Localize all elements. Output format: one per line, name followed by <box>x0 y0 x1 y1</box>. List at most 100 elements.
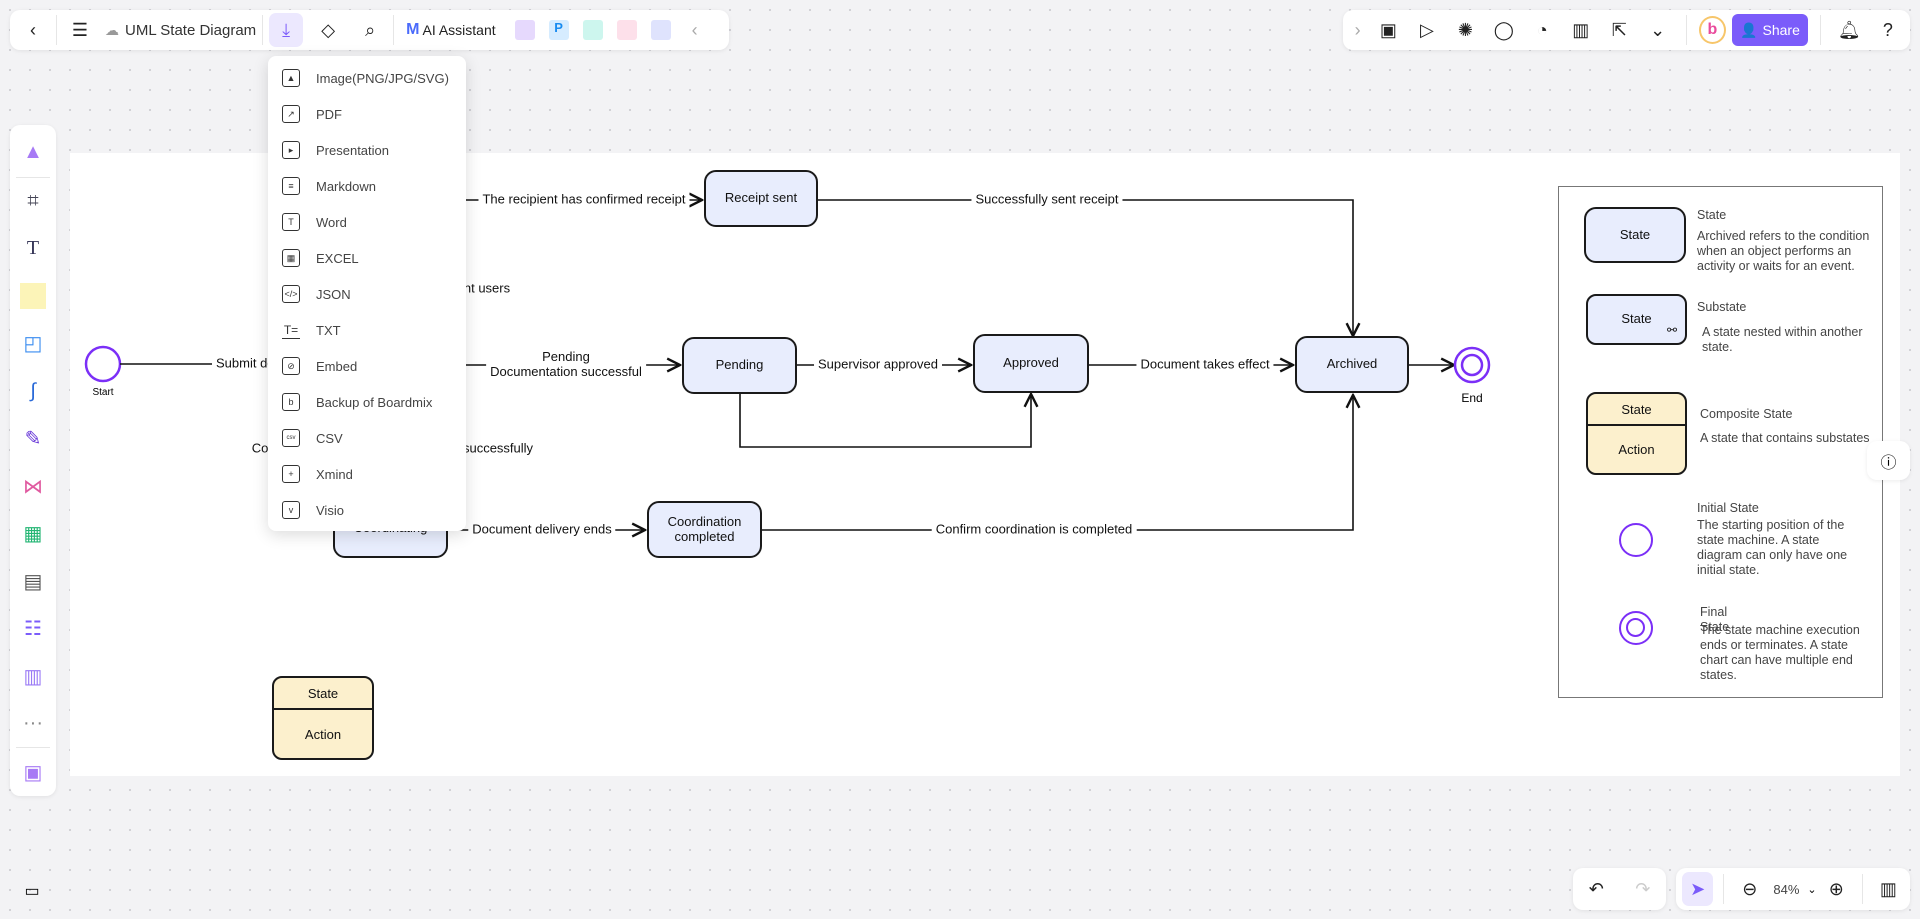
zoom-out-icon[interactable]: ⊖ <box>1734 872 1765 906</box>
comment-icon[interactable]: ◯ <box>1488 13 1520 47</box>
info-button[interactable]: ⓘ <box>1867 441 1910 480</box>
export-backup[interactable]: b Backup of Boardmix <box>268 384 466 420</box>
more-tools-icon[interactable]: ··· <box>16 707 50 741</box>
export-presentation[interactable]: ▸ Presentation <box>268 132 466 168</box>
edge-confirm-coord <box>762 395 1353 531</box>
kanban-icon[interactable]: ▥ <box>16 659 50 693</box>
state-coordination-completed[interactable]: Coordination completed <box>647 501 762 558</box>
collapse-icon[interactable]: ‹ <box>678 13 712 47</box>
legend-initial-circle <box>1619 523 1653 557</box>
avatar[interactable]: b <box>1698 16 1726 44</box>
text-icon[interactable]: T <box>16 232 50 266</box>
composite-state[interactable]: State Action <box>272 676 374 760</box>
legend-state-desc: Archived refers to the condition when an… <box>1697 229 1870 273</box>
chat-icon[interactable] <box>644 13 678 47</box>
export-menu: ▲ Image(PNG/JPG/SVG) ↗ PDF ▸ Presentation ≡… <box>268 56 466 531</box>
table-icon[interactable]: ▦ <box>16 517 50 551</box>
map-icon[interactable]: ▥ <box>1873 872 1904 906</box>
state-receipt-sent[interactable]: Receipt sent <box>704 170 818 227</box>
templates-icon[interactable]: ▲ <box>16 136 50 170</box>
search-icon[interactable]: ⌕ <box>353 13 387 47</box>
edge-label-confirm-coord: Confirm coordination is completed <box>931 522 1137 538</box>
zoom-level[interactable]: 84% <box>1773 882 1799 897</box>
divider <box>1861 874 1863 904</box>
zoom-dropdown-icon[interactable]: ⌄ <box>1807 883 1816 896</box>
play-icon[interactable]: ▷ <box>1411 13 1443 47</box>
state-pending[interactable]: Pending <box>682 337 797 394</box>
tag-icon[interactable]: ◇ <box>311 13 345 47</box>
cloud-icon: ☁ <box>105 21 119 38</box>
connector-icon[interactable]: ∫ <box>16 374 50 408</box>
export-markdown[interactable]: ≡ Markdown <box>268 168 466 204</box>
edge-label-delivery-ends: Document delivery ends <box>468 522 616 538</box>
edge-sent-receipt <box>818 199 1353 336</box>
visio-icon: v <box>282 501 300 519</box>
export-xmind[interactable]: + Xmind <box>268 456 466 492</box>
ai-assistant-button[interactable]: AI Assistant <box>422 22 495 38</box>
legend-substate-desc: A state nested within another state. <box>1702 325 1863 354</box>
menu-icon[interactable]: ☰ <box>63 13 97 47</box>
boardmix-icon: b <box>282 393 300 411</box>
minimap-button[interactable]: ▭ <box>14 876 50 906</box>
divider <box>1723 874 1725 904</box>
history-bar: ↶ ↷ <box>1573 868 1666 910</box>
bell-icon[interactable]: 🔔︎ <box>1833 13 1865 47</box>
flowchart-icon[interactable] <box>610 13 644 47</box>
cursor-follow-icon[interactable]: ⇱ <box>1603 13 1635 47</box>
export-icon[interactable]: ⤓ <box>269 13 304 47</box>
legend-composite-desc: A state that contains substates <box>1700 431 1870 445</box>
pen-icon[interactable]: ✎ <box>16 422 50 456</box>
divider <box>56 15 57 45</box>
composite-action: Action <box>304 726 342 742</box>
more-icon[interactable]: ⌄ <box>1641 13 1673 47</box>
frame-icon[interactable]: ⌗ <box>16 184 50 218</box>
divider <box>16 176 50 178</box>
export-embed[interactable]: ⊘ Embed <box>268 348 466 384</box>
sticky-note-icon[interactable] <box>16 279 50 313</box>
export-pdf[interactable]: ↗ PDF <box>268 96 466 132</box>
zoom-in-icon[interactable]: ⊕ <box>1821 872 1852 906</box>
mindmap-icon[interactable]: ⋈ <box>16 469 50 503</box>
image-gen-icon[interactable] <box>508 13 542 47</box>
timer-icon[interactable]: ◔ <box>1526 13 1558 47</box>
expand-icon[interactable]: › <box>1349 13 1366 47</box>
text-doc-icon[interactable]: ▤ <box>16 564 50 598</box>
legend-initial-title: Initial State <box>1697 501 1759 515</box>
export-image[interactable]: ▲ Image(PNG/JPG/SVG) <box>268 60 466 96</box>
celebrate-icon[interactable]: ✺ <box>1449 13 1481 47</box>
edge-label-takes-effect: Document takes effect <box>1136 357 1274 373</box>
list-icon[interactable]: ☷ <box>16 612 50 646</box>
markdown-icon: ≡ <box>282 177 300 195</box>
state-approved[interactable]: Approved <box>973 334 1089 393</box>
export-word[interactable]: T Word <box>268 204 466 240</box>
select-cursor-icon[interactable]: ➤ <box>1682 872 1714 906</box>
edge-label-users: nt users <box>459 281 515 297</box>
end-circle-inner <box>1460 353 1484 377</box>
help-icon[interactable]: ? <box>1872 13 1904 47</box>
end-label: End <box>1461 391 1483 405</box>
export-visio[interactable]: v Visio <box>268 492 466 528</box>
vote-icon[interactable]: ▥ <box>1565 13 1597 47</box>
state-archived[interactable]: Archived <box>1295 336 1409 393</box>
shape-icon[interactable]: ◰ <box>16 327 50 361</box>
undo-icon[interactable]: ↶ <box>1579 872 1613 906</box>
export-csv[interactable]: csv CSV <box>268 420 466 456</box>
presentation-icon[interactable]: P <box>542 13 576 47</box>
share-button[interactable]: 👤 Share <box>1731 14 1809 46</box>
export-excel[interactable]: ▦ EXCEL <box>268 240 466 276</box>
export-txt[interactable]: T= TXT <box>268 312 466 348</box>
redo-icon[interactable]: ↷ <box>1626 872 1660 906</box>
edge-label-confirmed-receipt: The recipient has confirmed receipt <box>478 192 690 208</box>
boardmix-apps-icon[interactable]: ▣ <box>16 755 50 789</box>
mindmap-icon[interactable] <box>576 13 610 47</box>
edge-loop <box>739 394 1031 448</box>
legend-final-desc: The state machine execution ends or term… <box>1700 623 1860 682</box>
word-icon: T <box>282 213 300 231</box>
user-plus-icon: 👤 <box>1740 21 1758 38</box>
export-json[interactable]: </> JSON <box>268 276 466 312</box>
template-icon[interactable]: ▣ <box>1372 13 1404 47</box>
legend-substate-title: Substate <box>1697 300 1747 314</box>
pdf-icon: ↗ <box>282 105 300 123</box>
document-title[interactable]: UML State Diagram <box>125 22 256 39</box>
back-icon[interactable]: ‹ <box>16 13 50 47</box>
